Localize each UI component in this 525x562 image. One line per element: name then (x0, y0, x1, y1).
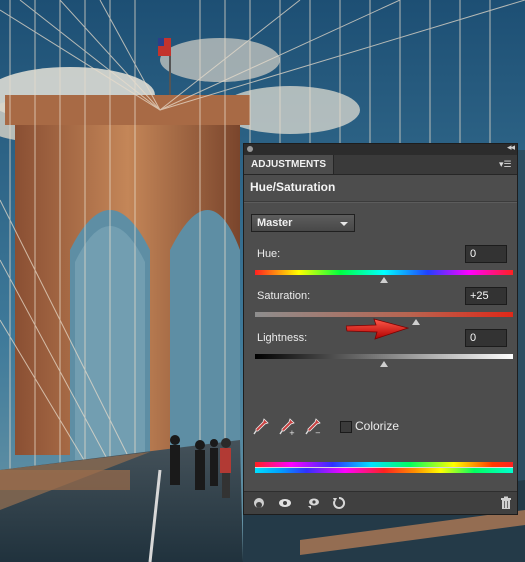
svg-text:+: + (289, 429, 295, 436)
preset-select[interactable]: Master (251, 214, 355, 232)
reset-icon[interactable] (332, 496, 346, 510)
close-dot-icon[interactable] (247, 146, 253, 152)
saturation-input[interactable]: +25 (465, 287, 507, 305)
colorize-label[interactable]: Colorize (355, 419, 399, 433)
saturation-slider-thumb[interactable] (412, 319, 421, 325)
lightness-input[interactable]: 0 (465, 329, 507, 347)
saturation-track (255, 312, 513, 317)
output-spectrum-bar (255, 468, 513, 473)
eyedropper-icon[interactable] (253, 418, 269, 436)
double-chevron-icon[interactable]: ◂◂ (507, 142, 515, 153)
clip-to-layer-icon[interactable] (252, 496, 266, 510)
colorize-checkbox[interactable] (340, 421, 352, 433)
preset-select-value: Master (257, 217, 293, 229)
red-arrow-icon (346, 318, 410, 340)
visibility-eye-icon[interactable] (278, 496, 292, 510)
hue-track (255, 270, 513, 275)
hue-slider-thumb[interactable] (380, 277, 388, 283)
eyedropper-plus-icon[interactable]: + (279, 418, 295, 436)
panel-tab-row: ADJUSTMENTS ▾☰ (244, 155, 517, 175)
lightness-track (255, 354, 513, 359)
hue-input[interactable]: 0 (465, 245, 507, 263)
hue-label: Hue: (257, 248, 281, 260)
eyedropper-minus-icon[interactable]: − (305, 418, 321, 436)
saturation-label: Saturation: (257, 290, 311, 302)
divider (244, 201, 517, 203)
panel-bottom-bar (244, 491, 517, 514)
panel-titlebar[interactable]: ◂◂ (244, 142, 517, 155)
lightness-label: Lightness: (257, 332, 308, 344)
svg-text:−: − (315, 429, 321, 436)
previous-state-icon[interactable] (306, 496, 320, 510)
tab-adjustments[interactable]: ADJUSTMENTS (244, 155, 335, 174)
chevron-down-icon (340, 222, 348, 226)
delete-trash-icon[interactable] (499, 496, 513, 510)
lightness-slider-thumb[interactable] (380, 361, 388, 367)
panel-heading: Hue/Saturation (250, 180, 336, 194)
panel-menu-icon[interactable]: ▾☰ (499, 159, 513, 170)
